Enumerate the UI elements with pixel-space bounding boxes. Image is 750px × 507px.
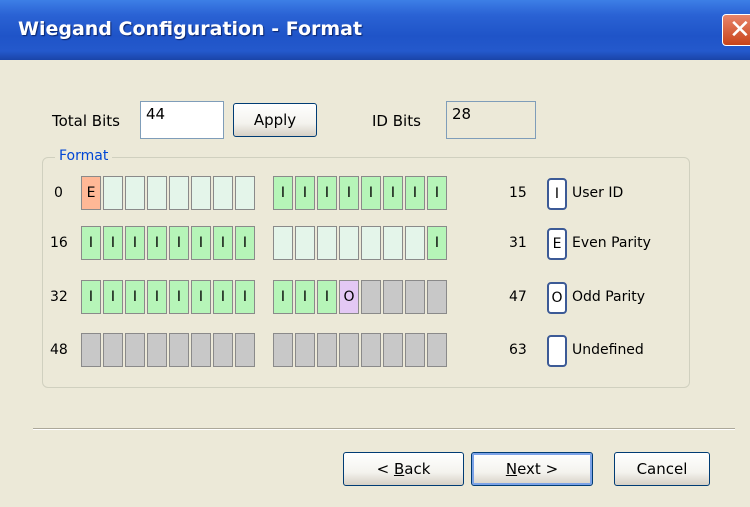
legend-swatch: E — [547, 228, 567, 260]
close-button[interactable]: ✕ — [722, 14, 750, 46]
bit-cell[interactable] — [317, 226, 337, 260]
next-button[interactable]: Next > — [471, 452, 593, 486]
bit-cell[interactable]: I — [427, 176, 447, 210]
bit-cell[interactable]: I — [295, 176, 315, 210]
bit-cell[interactable]: I — [235, 226, 255, 260]
bit-cell[interactable]: I — [273, 176, 293, 210]
bit-cell[interactable]: I — [169, 280, 189, 314]
bit-cell[interactable] — [339, 333, 359, 367]
back-prefix: < — [376, 460, 394, 478]
apply-button[interactable]: Apply — [233, 103, 317, 137]
next-rest: ext — [517, 460, 541, 478]
bit-cell[interactable] — [169, 176, 189, 210]
legend-label: Even Parity — [572, 235, 651, 251]
bit-cell[interactable] — [125, 176, 145, 210]
window-title: Wiegand Configuration - Format — [18, 18, 363, 40]
bit-cell[interactable] — [81, 333, 101, 367]
bit-cell[interactable] — [383, 226, 403, 260]
bit-cell[interactable] — [103, 333, 123, 367]
bit-cell[interactable] — [361, 333, 381, 367]
row-start-label: 16 — [50, 235, 68, 251]
bit-cell[interactable]: I — [125, 226, 145, 260]
bit-cell[interactable] — [273, 333, 293, 367]
legend-swatch — [547, 335, 567, 367]
bit-cell[interactable] — [191, 176, 211, 210]
cancel-button[interactable]: Cancel — [614, 452, 710, 486]
legend-label: Odd Parity — [572, 289, 646, 305]
bit-cell[interactable] — [147, 176, 167, 210]
bit-cell[interactable] — [125, 333, 145, 367]
legend-swatch: I — [547, 178, 567, 210]
bit-cell[interactable] — [317, 333, 337, 367]
row-end-label: 47 — [509, 289, 527, 305]
bit-cell[interactable] — [405, 333, 425, 367]
bit-cell[interactable] — [427, 280, 447, 314]
bit-cell[interactable] — [213, 176, 233, 210]
bit-cell[interactable] — [273, 226, 293, 260]
bit-cell[interactable] — [339, 226, 359, 260]
bit-cell[interactable] — [295, 333, 315, 367]
total-bits-label: Total Bits — [52, 112, 120, 130]
bit-cell[interactable]: I — [147, 280, 167, 314]
bit-cell[interactable]: E — [81, 176, 101, 210]
row-end-label: 31 — [509, 235, 527, 251]
id-bits-label: ID Bits — [372, 112, 421, 130]
bit-cell[interactable]: I — [147, 226, 167, 260]
next-suffix: > — [540, 460, 559, 478]
bit-cell[interactable] — [427, 333, 447, 367]
back-rest: ack — [404, 460, 431, 478]
back-mnemonic: B — [393, 460, 405, 478]
legend-label: User ID — [572, 185, 624, 201]
legend-label: Undefined — [572, 342, 644, 358]
bit-cell[interactable] — [147, 333, 167, 367]
bit-cell[interactable]: I — [317, 280, 337, 314]
bit-cell[interactable] — [169, 333, 189, 367]
bit-cell[interactable]: I — [213, 280, 233, 314]
bit-cell[interactable] — [295, 226, 315, 260]
bit-cell[interactable]: I — [339, 176, 359, 210]
close-icon: ✕ — [729, 15, 750, 45]
bit-cell[interactable]: I — [125, 280, 145, 314]
bit-cell[interactable] — [213, 333, 233, 367]
bit-cell[interactable]: I — [427, 226, 447, 260]
bit-cell[interactable]: I — [81, 280, 101, 314]
bit-cell[interactable] — [383, 333, 403, 367]
bit-cell[interactable]: I — [81, 226, 101, 260]
bit-cell[interactable]: I — [191, 226, 211, 260]
bit-cell[interactable] — [361, 280, 381, 314]
row-start-label: 0 — [54, 185, 63, 201]
bit-cell[interactable]: O — [339, 280, 359, 314]
bit-cell[interactable]: I — [295, 280, 315, 314]
bit-cell[interactable] — [235, 333, 255, 367]
id-bits-field: 28 — [446, 101, 536, 139]
bit-cell[interactable] — [103, 176, 123, 210]
bit-cell[interactable] — [405, 226, 425, 260]
bit-cell[interactable]: I — [235, 280, 255, 314]
bit-cell[interactable]: I — [273, 280, 293, 314]
bit-cell[interactable] — [383, 280, 403, 314]
back-button[interactable]: < Back — [343, 452, 464, 486]
bit-cell[interactable] — [191, 333, 211, 367]
bit-cell[interactable]: I — [103, 226, 123, 260]
bit-cell[interactable] — [235, 176, 255, 210]
bit-cell[interactable]: I — [191, 280, 211, 314]
bit-cell[interactable]: I — [405, 176, 425, 210]
next-mnemonic: N — [505, 460, 518, 478]
bit-cell[interactable]: I — [361, 176, 381, 210]
legend-swatch: O — [547, 282, 567, 314]
bit-cell[interactable]: I — [169, 226, 189, 260]
bit-cell[interactable] — [361, 226, 381, 260]
row-end-label: 15 — [509, 185, 527, 201]
title-bar: Wiegand Configuration - Format ✕ — [0, 0, 750, 60]
bit-cell[interactable] — [405, 280, 425, 314]
bit-cell[interactable]: I — [317, 176, 337, 210]
format-group-label: Format — [55, 148, 113, 164]
row-start-label: 32 — [50, 289, 68, 305]
bit-cell[interactable]: I — [103, 280, 123, 314]
total-bits-input[interactable]: 44 — [140, 101, 224, 139]
row-start-label: 48 — [50, 342, 68, 358]
bit-cell[interactable]: I — [213, 226, 233, 260]
row-end-label: 63 — [509, 342, 527, 358]
bit-cell[interactable]: I — [383, 176, 403, 210]
